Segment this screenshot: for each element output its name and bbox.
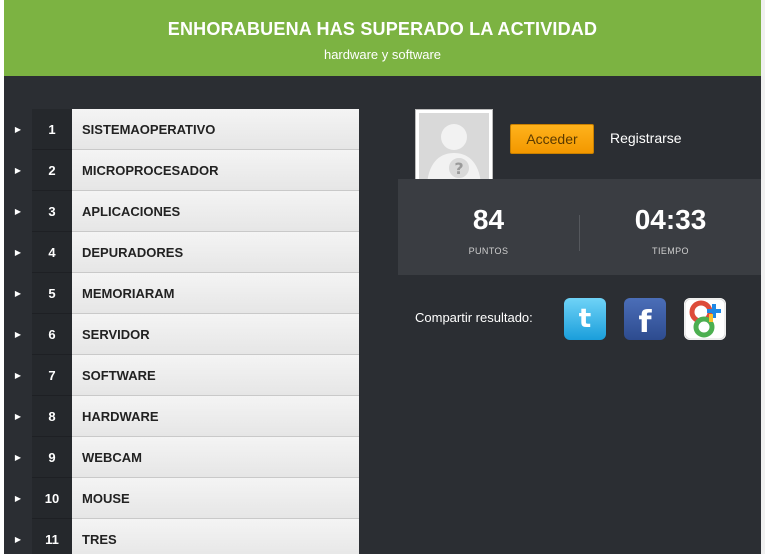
arrow-right-icon: ▶ (14, 412, 22, 421)
result-header: ENHORABUENA HAS SUPERADO LA ACTIVIDAD ha… (4, 0, 761, 76)
item-label: SERVIDOR (72, 314, 359, 355)
arrow-right-icon: ▶ (14, 207, 22, 216)
item-number: 9 (32, 437, 72, 478)
item-number: 1 (32, 109, 72, 150)
arrow-right-icon: ▶ (14, 248, 22, 257)
facebook-icon[interactable]: f (624, 298, 666, 340)
time-caption: TIEMPO (652, 246, 689, 256)
list-item[interactable]: ▶ 4 DEPURADORES (4, 232, 359, 273)
item-number: 11 (32, 519, 72, 554)
page-title: ENHORABUENA HAS SUPERADO LA ACTIVIDAD (167, 19, 598, 39)
item-label: APLICACIONES (72, 191, 359, 232)
list-item[interactable]: ▶ 3 APLICACIONES (4, 191, 359, 232)
list-item[interactable]: ▶ 8 HARDWARE (4, 396, 359, 437)
arrow-right-icon: ▶ (14, 125, 22, 134)
item-number: 8 (32, 396, 72, 437)
list-item[interactable]: ▶ 10 MOUSE (4, 478, 359, 519)
points-caption: PUNTOS (468, 246, 509, 256)
time-value: 04:33 (634, 204, 707, 235)
item-label: HARDWARE (72, 396, 359, 437)
page-subtitle: hardware y software (323, 47, 442, 62)
answers-list: ▶ 1 SISTEMAOPERATIVO ▶ 2 MICROPROCESADOR… (4, 109, 359, 554)
item-label: MEMORIARAM (72, 273, 359, 314)
arrow-right-icon: ▶ (14, 289, 22, 298)
google-icon[interactable] (684, 298, 726, 340)
item-number: 10 (32, 478, 72, 519)
points-stat: 84 PUNTOS (398, 179, 579, 256)
arrow-right-icon: ▶ (14, 535, 22, 544)
time-stat: 04:33 TIEMPO (580, 179, 761, 256)
register-link[interactable]: Registrarse (610, 130, 682, 146)
arrow-right-icon: ▶ (14, 453, 22, 462)
arrow-right-icon: ▶ (14, 166, 22, 175)
avatar: ? (415, 109, 493, 188)
list-item[interactable]: ▶ 7 SOFTWARE (4, 355, 359, 396)
item-label: DEPURADORES (72, 232, 359, 273)
arrow-right-icon: ▶ (14, 330, 22, 339)
item-number: 2 (32, 150, 72, 191)
page-scrollbar[interactable] (761, 0, 765, 554)
item-number: 5 (32, 273, 72, 314)
list-item[interactable]: ▶ 1 SISTEMAOPERATIVO (4, 109, 359, 150)
login-button[interactable]: Acceder (510, 124, 594, 154)
item-label: SOFTWARE (72, 355, 359, 396)
list-item[interactable]: ▶ 5 MEMORIARAM (4, 273, 359, 314)
list-item[interactable]: ▶ 6 SERVIDOR (4, 314, 359, 355)
list-item[interactable]: ▶ 2 MICROPROCESADOR (4, 150, 359, 191)
item-number: 4 (32, 232, 72, 273)
item-number: 6 (32, 314, 72, 355)
item-number: 7 (32, 355, 72, 396)
score-stats: 84 PUNTOS 04:33 TIEMPO (398, 179, 761, 275)
main-panel: ▶ 1 SISTEMAOPERATIVO ▶ 2 MICROPROCESADOR… (4, 76, 761, 554)
twitter-icon[interactable]: t (564, 298, 606, 340)
arrow-right-icon: ▶ (14, 494, 22, 503)
item-number: 3 (32, 191, 72, 232)
default-user-icon: ? (419, 113, 489, 184)
item-label: SISTEMAOPERATIVO (72, 109, 359, 150)
item-label: MOUSE (72, 478, 359, 519)
list-item[interactable]: ▶ 11 TRES (4, 519, 359, 554)
item-label: WEBCAM (72, 437, 359, 478)
share-label: Compartir resultado: (415, 310, 533, 325)
svg-text:?: ? (454, 159, 463, 178)
arrow-right-icon: ▶ (14, 371, 22, 380)
list-item[interactable]: ▶ 9 WEBCAM (4, 437, 359, 478)
item-label: TRES (72, 519, 359, 554)
points-value: 84 (472, 204, 505, 235)
item-label: MICROPROCESADOR (72, 150, 359, 191)
